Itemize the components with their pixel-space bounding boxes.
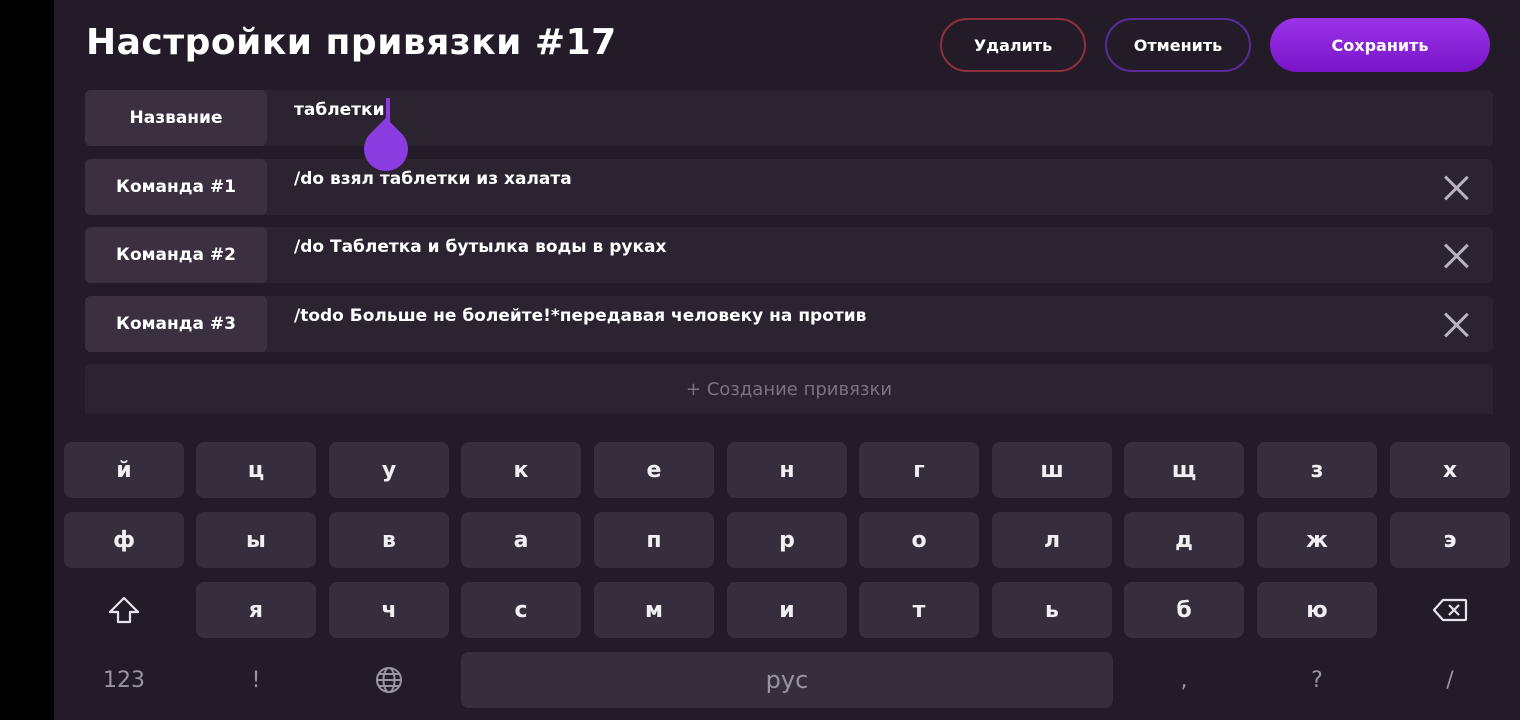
name-label: Название (85, 90, 267, 146)
close-icon[interactable] (1443, 175, 1469, 201)
key[interactable]: х (1390, 442, 1510, 498)
key[interactable]: ю (1257, 582, 1377, 638)
backspace-key[interactable] (1390, 582, 1510, 638)
language-key[interactable] (329, 652, 449, 708)
command-label-1: Команда #1 (85, 159, 267, 215)
key[interactable]: й (64, 442, 184, 498)
backspace-icon (1432, 598, 1468, 622)
command-input-3[interactable]: /todo Больше не болейте!*передавая челов… (294, 306, 866, 326)
command-row-3: Команда #3 /todo Больше не болейте!*пере… (85, 296, 1493, 352)
command-label-2: Команда #2 (85, 227, 267, 283)
key[interactable]: ж (1257, 512, 1377, 568)
on-screen-keyboard: й ц у к е н г ш щ з х ф ы в а п р о л д … (54, 430, 1520, 720)
exclamation-key[interactable]: ! (196, 652, 316, 708)
binding-settings-screen: Настройки привязки #17 Удалить Отменить … (54, 0, 1520, 720)
command-row-2: Команда #2 /do Таблетка и бутылка воды в… (85, 227, 1493, 283)
save-button[interactable]: Сохранить (1270, 18, 1490, 72)
key[interactable]: р (727, 512, 847, 568)
globe-icon (376, 667, 402, 693)
key[interactable]: у (329, 442, 449, 498)
key[interactable]: п (594, 512, 714, 568)
command-input-2[interactable]: /do Таблетка и бутылка воды в руках (294, 237, 666, 257)
command-input-1[interactable]: /do взял таблетки из халата (294, 169, 572, 189)
page-title: Настройки привязки #17 (86, 22, 617, 63)
key[interactable]: о (859, 512, 979, 568)
name-input[interactable]: таблетки (294, 100, 384, 120)
name-row: Название таблетки (85, 90, 1493, 146)
delete-button[interactable]: Удалить (940, 18, 1086, 72)
key[interactable]: ы (196, 512, 316, 568)
command-row-1: Команда #1 /do взял таблетки из халата (85, 159, 1493, 215)
key[interactable]: с (461, 582, 581, 638)
shift-key[interactable] (64, 582, 184, 638)
question-key[interactable]: ? (1257, 652, 1377, 708)
key[interactable]: ш (992, 442, 1112, 498)
key[interactable]: н (727, 442, 847, 498)
add-binding-button[interactable]: + Создание привязки (85, 364, 1493, 414)
space-key[interactable]: рус (461, 652, 1113, 708)
key[interactable]: з (1257, 442, 1377, 498)
key[interactable]: ц (196, 442, 316, 498)
key[interactable]: щ (1124, 442, 1244, 498)
key[interactable]: т (859, 582, 979, 638)
cancel-button[interactable]: Отменить (1105, 18, 1251, 72)
key[interactable]: ч (329, 582, 449, 638)
key[interactable]: э (1390, 512, 1510, 568)
key[interactable]: а (461, 512, 581, 568)
close-icon[interactable] (1443, 243, 1469, 269)
key[interactable]: е (594, 442, 714, 498)
key[interactable]: ф (64, 512, 184, 568)
key[interactable]: л (992, 512, 1112, 568)
key[interactable]: я (196, 582, 316, 638)
screen-edge (0, 0, 54, 720)
close-icon[interactable] (1443, 312, 1469, 338)
comma-key[interactable]: , (1124, 652, 1244, 708)
key[interactable]: б (1124, 582, 1244, 638)
key[interactable]: и (727, 582, 847, 638)
key[interactable]: г (859, 442, 979, 498)
numbers-key[interactable]: 123 (64, 652, 184, 708)
key[interactable]: ь (992, 582, 1112, 638)
shift-icon (108, 596, 140, 624)
key[interactable]: д (1124, 512, 1244, 568)
key[interactable]: м (594, 582, 714, 638)
key[interactable]: в (329, 512, 449, 568)
command-label-3: Команда #3 (85, 296, 267, 352)
key[interactable]: к (461, 442, 581, 498)
slash-key[interactable]: / (1390, 652, 1510, 708)
